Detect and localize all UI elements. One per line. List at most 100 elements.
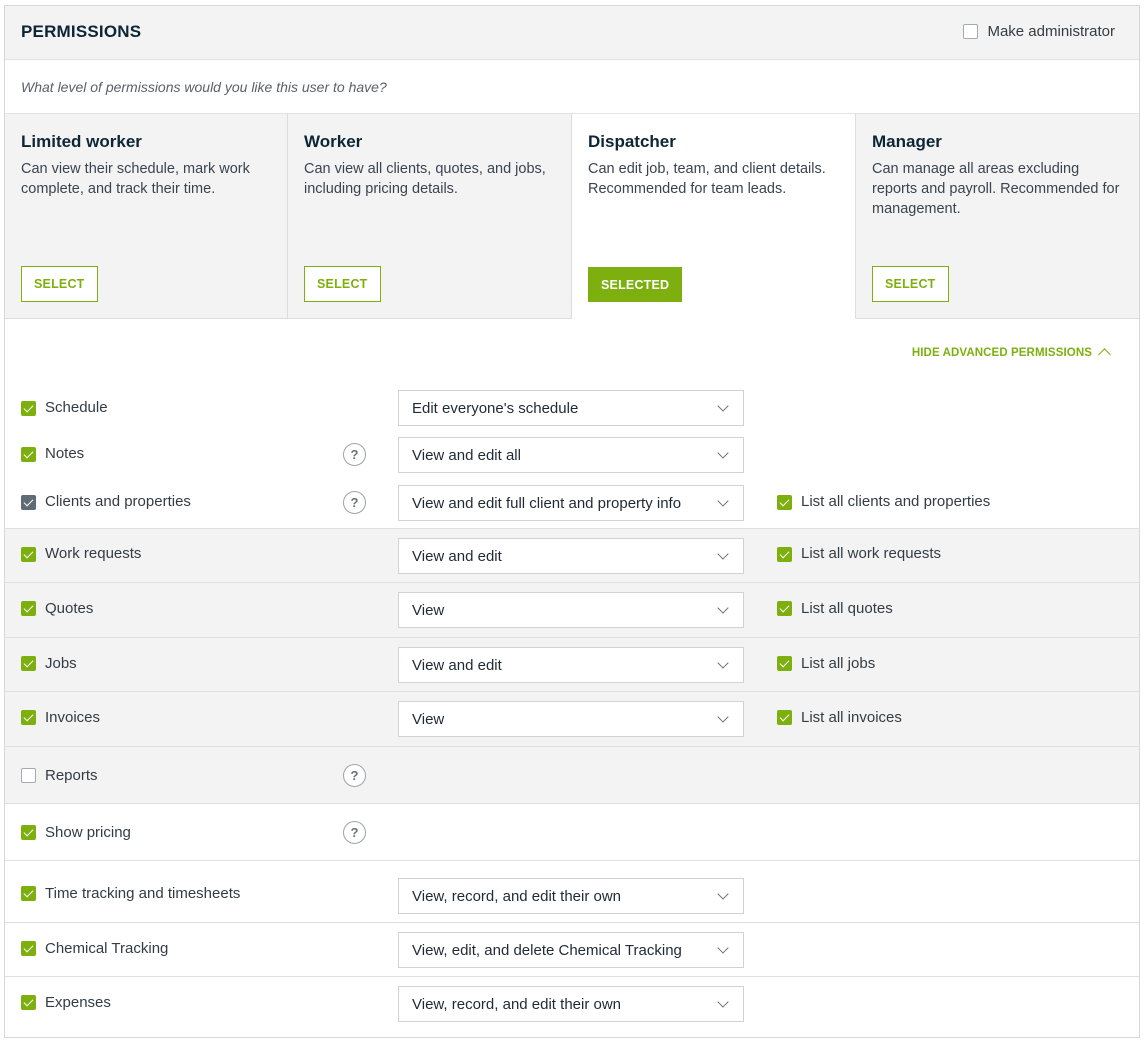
- permission-label: Chemical Tracking: [45, 940, 169, 957]
- list-all-quotes-checkbox[interactable]: [777, 601, 792, 616]
- permission-row-clients: Clients and properties ? View and edit f…: [5, 482, 1139, 528]
- select-value: View and edit all: [412, 446, 521, 464]
- notes-select[interactable]: View and edit all: [398, 437, 744, 473]
- select-value: View, record, and edit their own: [412, 995, 622, 1013]
- permission-row-show-pricing: Show pricing ?: [5, 803, 1139, 860]
- list-label: List all clients and properties: [801, 493, 991, 510]
- chemical-tracking-checkbox[interactable]: [21, 941, 36, 956]
- expenses-checkbox[interactable]: [21, 995, 36, 1010]
- permission-label: Time tracking and timesheets: [45, 885, 241, 902]
- selected-dispatcher-button[interactable]: SELECTED: [588, 267, 683, 302]
- role-name: Limited worker: [21, 132, 142, 151]
- permission-label: Expenses: [45, 994, 111, 1011]
- select-limited-worker-button[interactable]: SELECT: [21, 266, 98, 302]
- make-administrator-checkbox[interactable]: Make administrator: [963, 23, 1115, 40]
- expenses-select[interactable]: View, record, and edit their own: [398, 986, 744, 1022]
- work-requests-checkbox[interactable]: [21, 547, 36, 562]
- permission-label: Notes: [45, 445, 85, 462]
- time-tracking-select[interactable]: View, record, and edit their own: [398, 878, 744, 914]
- permission-row-reports: Reports ?: [5, 746, 1139, 803]
- chevron-down-icon: [717, 400, 729, 412]
- role-card-dispatcher[interactable]: Dispatcher Can edit job, team, and clien…: [572, 114, 856, 319]
- help-icon[interactable]: ?: [343, 764, 366, 787]
- work-requests-select[interactable]: View and edit: [398, 538, 744, 574]
- chemical-tracking-select[interactable]: View, edit, and delete Chemical Tracking: [398, 932, 744, 968]
- schedule-select[interactable]: Edit everyone's schedule: [398, 390, 744, 426]
- permission-label: Reports: [45, 767, 98, 784]
- select-value: View and edit: [412, 656, 502, 674]
- role-description: Can view their schedule, mark work compl…: [21, 161, 250, 197]
- select-worker-button[interactable]: SELECT: [304, 266, 381, 302]
- select-manager-button[interactable]: SELECT: [872, 266, 949, 302]
- permissions-panel: PERMISSIONS Make administrator What leve…: [4, 5, 1140, 1038]
- help-icon[interactable]: ?: [343, 491, 366, 514]
- invoices-checkbox[interactable]: [21, 710, 36, 725]
- permission-row-work-requests: Work requests View and edit List all wor…: [5, 528, 1139, 582]
- permission-label: Work requests: [45, 545, 142, 562]
- hide-advanced-label: HIDE ADVANCED PERMISSIONS: [911, 346, 1092, 359]
- role-description: Can manage all areas excluding reports a…: [872, 161, 1120, 217]
- help-icon[interactable]: ?: [343, 443, 366, 466]
- reports-checkbox[interactable]: [21, 768, 36, 783]
- quotes-checkbox[interactable]: [21, 601, 36, 616]
- chevron-down-icon: [717, 447, 729, 459]
- permission-row-jobs: Jobs View and edit List all jobs: [5, 637, 1139, 691]
- permissions-header: PERMISSIONS Make administrator: [5, 6, 1139, 60]
- select-value: View, record, and edit their own: [412, 887, 622, 905]
- clients-checkbox[interactable]: [21, 495, 36, 510]
- chevron-down-icon: [717, 548, 729, 560]
- role-name: Dispatcher: [588, 132, 676, 151]
- checkbox-icon[interactable]: [963, 24, 979, 39]
- permission-label: Show pricing: [45, 824, 131, 841]
- select-value: View and edit full client and property i…: [412, 494, 682, 512]
- permission-label: Schedule: [45, 399, 108, 416]
- permission-label: Quotes: [45, 600, 94, 617]
- list-all-invoices-checkbox[interactable]: [777, 710, 792, 725]
- role-name: Worker: [304, 132, 363, 151]
- permission-row-quotes: Quotes View List all quotes: [5, 582, 1139, 637]
- list-label: List all jobs: [801, 655, 876, 672]
- list-all-clients-checkbox[interactable]: [777, 495, 792, 510]
- notes-checkbox[interactable]: [21, 447, 36, 462]
- list-label: List all work requests: [801, 545, 942, 562]
- schedule-checkbox[interactable]: [21, 401, 36, 416]
- time-tracking-checkbox[interactable]: [21, 886, 36, 901]
- clients-select[interactable]: View and edit full client and property i…: [398, 485, 744, 521]
- jobs-checkbox[interactable]: [21, 656, 36, 671]
- select-value: View and edit: [412, 547, 502, 565]
- permissions-question: What level of permissions would you like…: [21, 79, 387, 95]
- quotes-select[interactable]: View: [398, 592, 744, 628]
- select-value: View, edit, and delete Chemical Tracking: [412, 941, 682, 959]
- permission-label: Jobs: [45, 655, 77, 672]
- role-card-worker[interactable]: Worker Can view all clients, quotes, and…: [288, 114, 572, 319]
- make-administrator-label: Make administrator: [987, 23, 1115, 40]
- chevron-down-icon: [717, 602, 729, 614]
- role-description: Can view all clients, quotes, and jobs, …: [304, 161, 546, 197]
- permission-label: Invoices: [45, 709, 101, 726]
- chevron-down-icon: [717, 942, 729, 954]
- role-card-limited-worker[interactable]: Limited worker Can view their schedule, …: [5, 114, 288, 319]
- permission-row-expenses: Expenses View, record, and edit their ow…: [5, 976, 1139, 1037]
- show-pricing-checkbox[interactable]: [21, 825, 36, 840]
- help-icon[interactable]: ?: [343, 821, 366, 844]
- invoices-select[interactable]: View: [398, 701, 744, 737]
- permission-row-notes: Notes ? View and edit all: [5, 435, 1139, 481]
- list-all-work-requests-checkbox[interactable]: [777, 547, 792, 562]
- select-value: View: [412, 710, 445, 728]
- role-description: Can edit job, team, and client details. …: [588, 161, 826, 197]
- chevron-down-icon: [717, 657, 729, 669]
- hide-advanced-permissions-link[interactable]: HIDE ADVANCED PERMISSIONS: [911, 346, 1111, 361]
- jobs-select[interactable]: View and edit: [398, 647, 744, 683]
- role-name: Manager: [872, 132, 942, 151]
- permission-label: Clients and properties: [45, 493, 191, 510]
- select-value: Edit everyone's schedule: [412, 399, 579, 417]
- list-label: List all invoices: [801, 709, 902, 726]
- page-title: PERMISSIONS: [21, 22, 142, 41]
- chevron-up-icon: [1098, 348, 1111, 361]
- select-value: View: [412, 601, 445, 619]
- role-card-manager[interactable]: Manager Can manage all areas excluding r…: [856, 114, 1139, 319]
- permission-row-invoices: Invoices View List all invoices: [5, 691, 1139, 746]
- chevron-down-icon: [717, 888, 729, 900]
- role-cards: Limited worker Can view their schedule, …: [5, 114, 1139, 319]
- list-all-jobs-checkbox[interactable]: [777, 656, 792, 671]
